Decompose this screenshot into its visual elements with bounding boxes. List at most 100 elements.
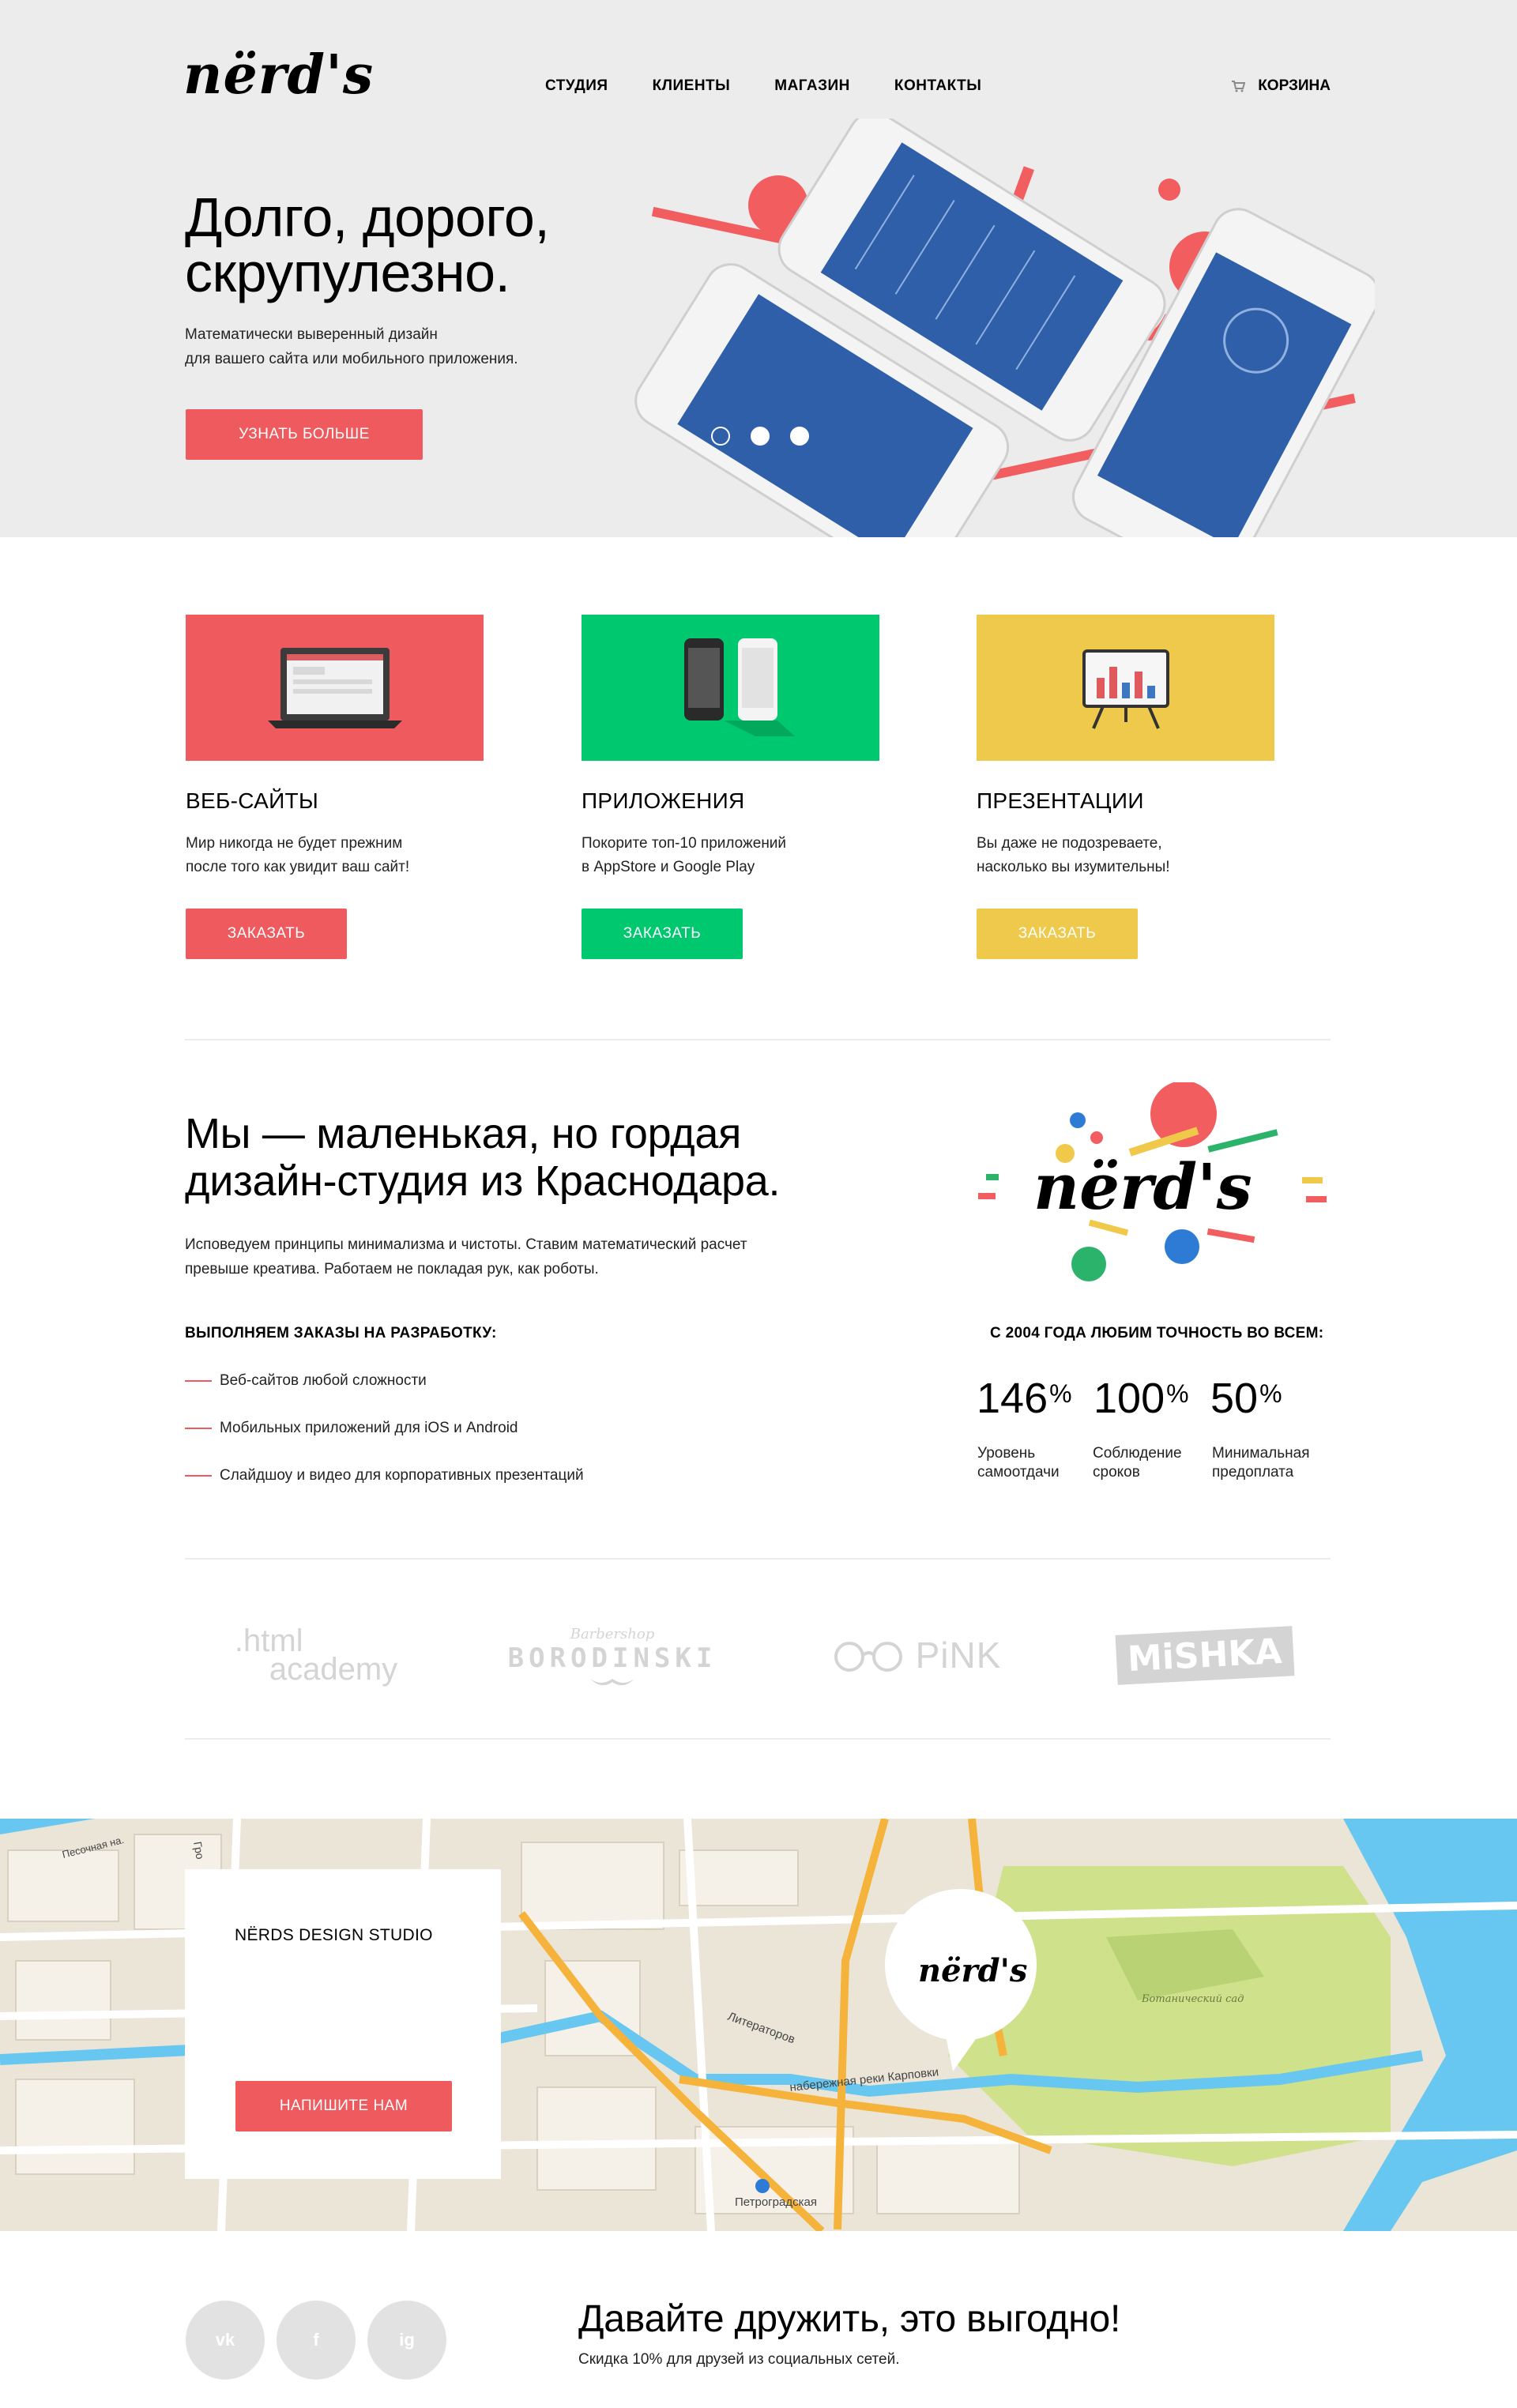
client-logo-text: .html	[234, 1624, 303, 1658]
list-item: Мобильных приложений для iOS и Android	[185, 1417, 584, 1440]
client-logo-html-academy[interactable]: .html academy	[213, 1612, 419, 1699]
service-description: Покорите топ-10 приложений в AppStore и …	[582, 832, 866, 879]
list-item: Веб-сайтов любой сложности	[185, 1369, 584, 1393]
order-button-websites[interactable]: ЗАКАЗАТЬ	[186, 909, 347, 959]
client-logo-text: BORODINSKI	[507, 1642, 717, 1674]
stat-label-line: предоплата	[1212, 1464, 1294, 1481]
stat-number: 100	[1094, 1375, 1165, 1422]
vk-icon: vk	[215, 2330, 235, 2350]
stat-label-line: самоотдачи	[977, 1464, 1060, 1481]
phones-icon	[684, 638, 795, 736]
client-logo-text: PiNK	[915, 1635, 1002, 1676]
hero-text-line: Математически выверенный дизайн	[185, 326, 438, 343]
nav-item-studio[interactable]: СТУДИЯ	[545, 77, 608, 95]
footer-title: Давайте дружить, это выгодно!	[578, 2298, 1121, 2340]
nav-item-clients[interactable]: КЛИЕНТЫ	[653, 77, 731, 95]
client-logo-text: academy	[269, 1652, 398, 1687]
hero-title-line: Долго, дорого,	[185, 186, 550, 248]
client-logo-pink[interactable]: PiNK	[814, 1612, 1019, 1699]
stat-label: Соблюдение сроков	[1093, 1444, 1211, 1482]
social-facebook-button[interactable]: f	[277, 2301, 356, 2380]
dash-icon	[185, 1380, 212, 1382]
slider-dots	[711, 427, 809, 446]
dash-icon	[185, 1428, 212, 1429]
service-image-websites	[186, 615, 484, 761]
cart-link[interactable]: КОРЗИНА	[1231, 77, 1331, 95]
cart-label: КОРЗИНА	[1258, 77, 1331, 94]
order-button-apps[interactable]: ЗАКАЗАТЬ	[582, 909, 743, 959]
list-item-text: Слайдшоу и видео для корпоративных презе…	[220, 1467, 584, 1484]
facebook-icon: f	[313, 2330, 319, 2350]
divider	[185, 1039, 1331, 1040]
client-logo-mishka[interactable]: MiSHKA	[1114, 1612, 1296, 1699]
slider-dot[interactable]	[790, 427, 809, 446]
client-logo-borodinski[interactable]: Barbershop BORODINSKI	[506, 1612, 719, 1699]
presentation-board-icon	[1082, 649, 1169, 729]
hero-description: Математически выверенный дизайн для ваше…	[185, 322, 596, 371]
site-logo[interactable]: nërd's	[183, 43, 374, 107]
stat-label-line: сроков	[1093, 1464, 1140, 1481]
studio-name: NЁRDS DESIGN STUDIO	[235, 1926, 433, 1944]
stat-value: 100%	[1094, 1375, 1189, 1422]
list-item-text: Мобильных приложений для iOS и Android	[220, 1420, 518, 1436]
instagram-icon: ig	[399, 2330, 415, 2350]
list-item-text: Веб-сайтов любой сложности	[220, 1372, 427, 1389]
nav-item-contacts[interactable]: КОНТАКТЫ	[894, 77, 982, 95]
main-nav: СТУДИЯ КЛИЕНТЫ МАГАЗИН КОНТАКТЫ	[545, 77, 981, 95]
laptop-icon	[268, 648, 402, 728]
learn-more-button[interactable]: УЗНАТЬ БОЛЬШЕ	[186, 409, 423, 460]
service-title: ПРИЛОЖЕНИЯ	[582, 788, 745, 813]
stat-unit: %	[1049, 1379, 1072, 1408]
stat-value: 50%	[1210, 1375, 1282, 1422]
stat-unit: %	[1166, 1379, 1189, 1408]
stat-unit: %	[1259, 1379, 1282, 1408]
client-logo-text: MiSHKA	[1115, 1625, 1295, 1685]
about-title-line: дизайн-студия из Краснодара.	[185, 1157, 781, 1205]
svg-text:Ботанический сад: Ботанический сад	[1141, 1993, 1244, 2005]
service-description: Мир никогда не будет прежним после того …	[186, 832, 470, 879]
nav-item-shop[interactable]: МАГАЗИН	[774, 77, 850, 95]
service-image-apps	[582, 615, 879, 761]
divider	[185, 1558, 1331, 1560]
dash-icon	[185, 1475, 212, 1477]
stat-label: Минимальная предоплата	[1212, 1444, 1331, 1482]
contact-card	[185, 1869, 501, 2179]
order-button-presentations[interactable]: ЗАКАЗАТЬ	[977, 909, 1138, 959]
about-description: Исповедуем принципы минимализма и чистот…	[185, 1232, 833, 1281]
hero-text-line: для вашего сайта или мобильного приложен…	[185, 351, 518, 367]
write-us-button[interactable]: НАПИШИТЕ НАМ	[235, 2081, 452, 2131]
service-text-line: насколько вы изумительны!	[977, 859, 1170, 875]
divider	[185, 1738, 1331, 1740]
cart-icon	[1232, 81, 1246, 92]
service-description: Вы даже не подозреваете, насколько вы из…	[977, 832, 1261, 879]
nerds-logo-illustration: nërd's	[978, 1082, 1327, 1281]
social-vk-button[interactable]: vk	[186, 2301, 265, 2380]
service-text-line: в AppStore и Google Play	[582, 859, 755, 875]
stat-number: 146	[977, 1375, 1048, 1422]
svg-text:nërd's: nërd's	[1033, 1149, 1252, 1224]
stat-label-line: Уровень	[977, 1445, 1036, 1462]
slider-dot-active[interactable]	[751, 427, 770, 446]
service-title: ВЕБ-САЙТЫ	[186, 788, 319, 813]
footer-text: Скидка 10% для друзей из социальных сете…	[578, 2351, 900, 2368]
social-instagram-button[interactable]: ig	[367, 2301, 446, 2380]
hero-title: Долго, дорого, скрупулезно.	[185, 190, 550, 303]
stat-value: 146%	[977, 1375, 1072, 1422]
service-text-line: Вы даже не подозреваете,	[977, 835, 1162, 852]
stats-heading: С 2004 ГОДА ЛЮБИМ ТОЧНОСТЬ ВО ВСЕМ:	[990, 1325, 1324, 1341]
stat-label-line: Соблюдение	[1093, 1445, 1182, 1462]
service-title: ПРЕЗЕНТАЦИИ	[977, 788, 1144, 813]
services-list-heading: ВЫПОЛНЯЕМ ЗАКАЗЫ НА РАЗРАБОТКУ:	[185, 1325, 497, 1341]
stat-label: Уровень самоотдачи	[977, 1444, 1096, 1482]
stat-label-line: Минимальная	[1212, 1445, 1310, 1462]
about-text-line: Исповедуем принципы минимализма и чистот…	[185, 1236, 747, 1253]
about-title-line: Мы — маленькая, но гордая	[185, 1110, 742, 1157]
hero-title-line: скрупулезно.	[185, 242, 510, 303]
service-text-line: Покорите топ-10 приложений	[582, 835, 787, 852]
decor-circle	[1158, 179, 1180, 201]
stat-number: 50	[1210, 1375, 1259, 1422]
svg-text:Петроградская: Петроградская	[735, 2195, 817, 2209]
slider-dot[interactable]	[711, 427, 730, 446]
service-image-presentations	[977, 615, 1274, 761]
client-logo-text: Barbershop	[570, 1625, 655, 1642]
